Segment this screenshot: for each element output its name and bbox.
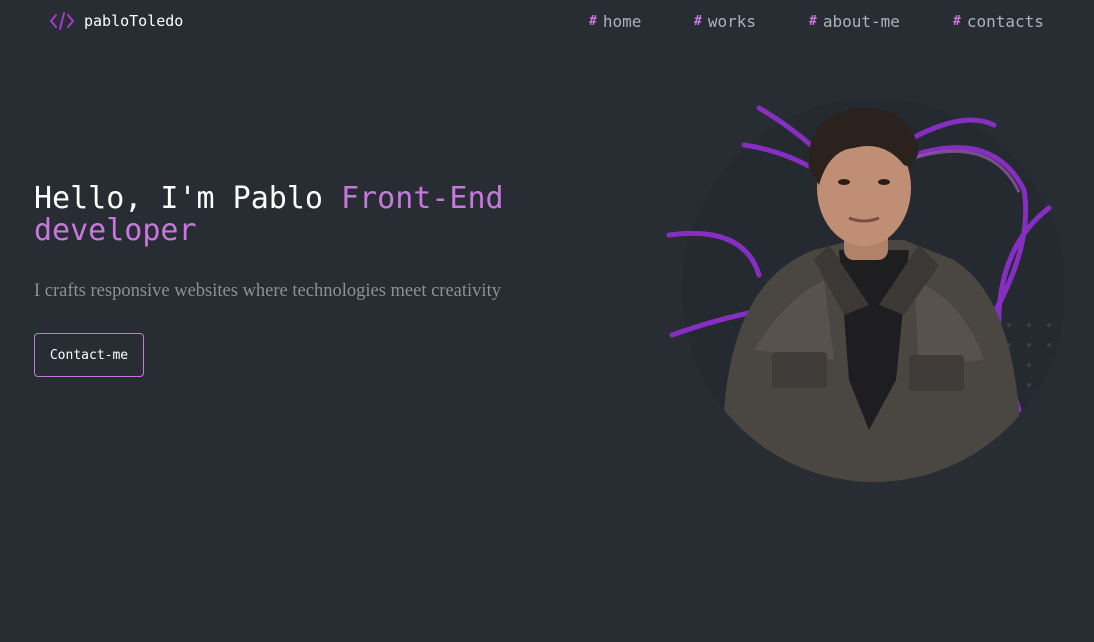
nav-link-label: home <box>602 12 642 31</box>
headline-greeting: Hello, I'm Pablo <box>34 181 342 216</box>
nav-link-label: works <box>707 12 756 31</box>
nav-link-label: about-me <box>822 12 900 31</box>
hash-icon: # <box>953 14 961 29</box>
nav-link-contacts[interactable]: # contacts <box>953 12 1044 31</box>
nav-link-label: contacts <box>966 12 1044 31</box>
portrait-image <box>664 100 1064 490</box>
hash-icon: # <box>694 14 702 29</box>
main-nav: # home # works # about-me # contacts <box>0 12 1094 32</box>
hash-icon: # <box>589 14 597 29</box>
nav-link-home[interactable]: # home <box>589 12 641 31</box>
hash-icon: # <box>809 14 817 29</box>
contact-me-button[interactable]: Contact-me <box>34 333 144 377</box>
nav-link-about-me[interactable]: # about-me <box>809 12 900 31</box>
hero-headline: Hello, I'm Pablo Front-End developer <box>34 183 594 247</box>
nav-link-works[interactable]: # works <box>694 12 756 31</box>
hero-tagline: I crafts responsive websites where techn… <box>34 281 501 301</box>
